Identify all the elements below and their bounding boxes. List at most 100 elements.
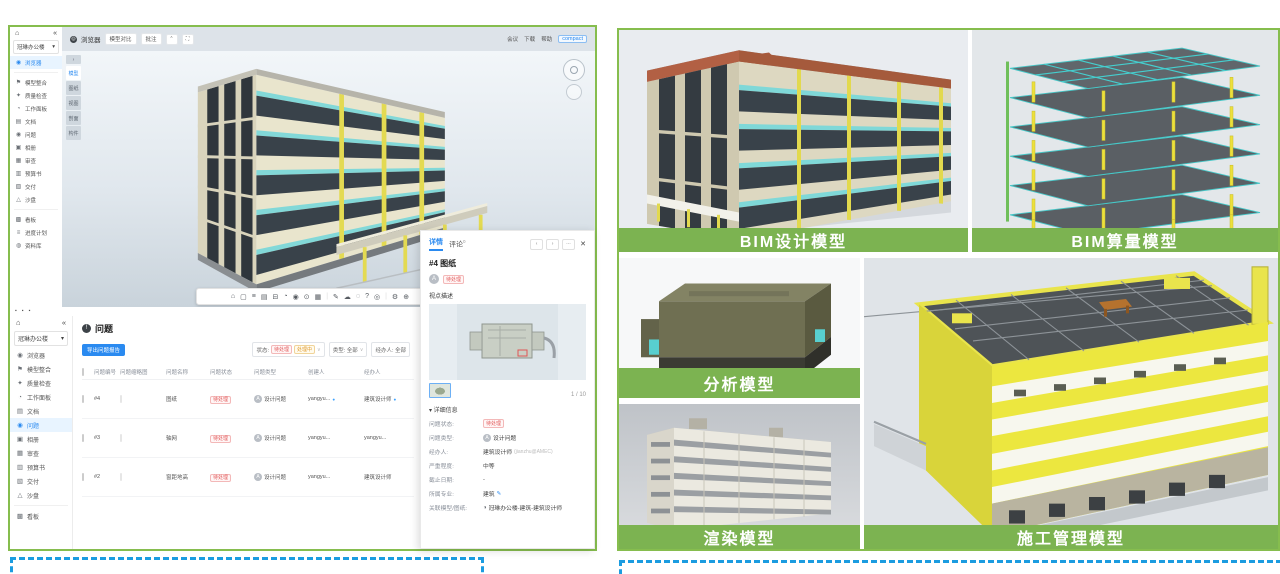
row-checkbox[interactable] [82, 395, 84, 403]
more-menu-button[interactable]: ⋯ [562, 239, 575, 250]
toolbar-icon[interactable]: ? [365, 293, 369, 300]
topbar-menu-item[interactable]: 下载 [524, 35, 535, 43]
viewer-tab[interactable]: 模型 [66, 66, 81, 80]
sidebar-item[interactable]: ⚑ 模型整合 [10, 76, 62, 89]
toolbar-icon[interactable]: ▢ [240, 293, 247, 301]
sidebar-item[interactable]: ▩ 看板 [10, 213, 62, 226]
toolbar-icon[interactable]: | [326, 293, 328, 300]
export-report-button[interactable]: 导出问题报告 [82, 344, 125, 356]
next-issue-button[interactable]: › [546, 239, 559, 250]
sidebar-item-kanban[interactable]: ▩ 看板 [10, 509, 72, 523]
toolbar-icon[interactable]: ≡ [252, 293, 256, 300]
topbar-menu-item[interactable]: 帮助 [541, 35, 552, 43]
home-icon[interactable]: ⌂ [15, 30, 19, 37]
toolbar-icon[interactable]: ▦ [315, 293, 322, 301]
type-filter[interactable]: 类型: 全部 ∨ [329, 342, 368, 357]
annotate-button[interactable]: 批注 [141, 33, 162, 45]
sidebar-item[interactable]: ◔ 工作面板 [10, 102, 62, 115]
table-row[interactable]: #3 轴网 待处理 A设计问题 yangyu... yangyu... [82, 419, 414, 458]
sidebar-item[interactable]: ▤ 文档 [10, 404, 72, 418]
toolbar-icon[interactable]: ▤ [261, 293, 268, 301]
sidebar-item[interactable]: ◔ 工作面板 [10, 390, 72, 404]
tabs-collapse-handle[interactable]: › [66, 55, 81, 64]
bim-quantity-model-image [972, 30, 1278, 252]
sidebar-item[interactable]: ▧ 交付 [10, 180, 62, 193]
model-compare-button[interactable]: 模型对比 [105, 33, 137, 45]
compass-icon[interactable] [563, 59, 585, 81]
viewpoint-snapshot[interactable] [429, 304, 586, 380]
sidebar-item[interactable]: ▥ 预算书 [10, 167, 62, 180]
prev-issue-button[interactable]: ‹ [530, 239, 543, 250]
viewer-tab[interactable]: 视图 [66, 96, 81, 110]
sidebar-item[interactable]: ◉ 问题 [10, 418, 72, 432]
edit-pencil-icon[interactable]: ✎ [497, 491, 502, 497]
topbar-right-menu: 会议下载帮助 compact [507, 35, 587, 43]
sidebar-item[interactable]: ▦ 审查 [10, 154, 62, 167]
status-filter[interactable]: 状态: 待处理 处理中 ∨ [252, 342, 324, 357]
toolbar-icon[interactable]: ☁ [344, 293, 351, 301]
project-select[interactable]: 冠琳办公楼 ▾ [14, 331, 68, 346]
field-value[interactable]: 冠琳办公楼-建筑-建筑设计师 [489, 503, 562, 512]
toolbar-icon[interactable]: ⊙ [304, 293, 310, 301]
sidebar-item[interactable]: ⚑ 模型整合 [10, 362, 72, 376]
issue-thumbnail[interactable] [120, 395, 122, 403]
fullscreen-button[interactable]: ⛶ [182, 34, 194, 45]
sidebar-item[interactable]: ◉ 问题 [10, 128, 62, 141]
viewer-tab[interactable]: 构件 [66, 126, 81, 140]
collapse-icon[interactable]: « [53, 30, 57, 37]
toolbar-icon[interactable]: ◔ [283, 293, 287, 300]
sidebar-item[interactable]: ≡ 进度计划 [10, 226, 62, 239]
toolbar-icon[interactable]: ◎ [374, 293, 380, 301]
close-icon[interactable]: ✕ [580, 240, 586, 248]
sidebar-item[interactable]: ▤ 文档 [10, 115, 62, 128]
collapse-icon[interactable]: « [62, 318, 66, 327]
detail-section-title[interactable]: ▾ 详细信息 [429, 405, 586, 414]
home-icon[interactable]: ⌂ [16, 318, 21, 327]
sidebar-item[interactable]: △ 沙盘 [10, 488, 72, 502]
model-label-banner: BIM设计模型 [619, 228, 968, 252]
toolbar-icon[interactable]: ⊟ [272, 293, 278, 301]
issue-thumbnail[interactable] [120, 473, 122, 481]
snapshot-thumbnail[interactable] [429, 383, 451, 398]
table-row[interactable]: #2 窗距地高 待处理 A设计问题 yangyu... 建筑设计师 [82, 458, 414, 497]
toolbar-icon[interactable]: ⚙ [392, 293, 398, 301]
sidebar-item-icon: ▦ [16, 449, 24, 457]
topbar-menu-item[interactable]: 会议 [507, 35, 518, 43]
sidebar-item[interactable]: ▧ 交付 [10, 474, 72, 488]
window-control-icon[interactable]: ▪ [15, 308, 17, 314]
sidebar-item[interactable]: ▥ 预算书 [10, 460, 72, 474]
sidebar-item[interactable]: ▣ 相册 [10, 141, 62, 154]
tab-comment[interactable]: 评论0 [449, 239, 466, 249]
sidebar-item[interactable]: ▣ 相册 [10, 432, 72, 446]
view-cube-icon[interactable] [566, 84, 582, 100]
sidebar-item[interactable]: ✦ 质量检查 [10, 89, 62, 102]
sidebar-item[interactable]: ▦ 审查 [10, 446, 72, 460]
sidebar-item[interactable]: ✦ 质量检查 [10, 376, 72, 390]
assignee-filter[interactable]: 经办人: 全部 [371, 342, 410, 357]
issue-thumbnail[interactable] [120, 434, 122, 442]
toolbar-icon[interactable]: ◌ [356, 293, 360, 300]
sidebar-item[interactable]: ◍ 资料库 [10, 239, 62, 252]
viewer-tab[interactable]: 图纸 [66, 81, 81, 95]
window-control-icon[interactable]: ▪ [29, 308, 31, 314]
table-row[interactable]: #4 图纸 待处理 A设计问题 yangyu...● 建筑设计师● [82, 380, 414, 419]
project-select[interactable]: 冠琳办公楼 ▾ [13, 40, 59, 54]
toolbar-icon[interactable]: ◉ [293, 293, 299, 301]
toolbar-icon[interactable]: ✎ [333, 293, 339, 301]
row-checkbox[interactable] [82, 434, 84, 442]
tab-detail[interactable]: 详情 [429, 237, 443, 251]
status-tag-pending[interactable]: 待处理 [271, 345, 292, 354]
row-checkbox[interactable] [82, 473, 84, 481]
collapse-toolbar-button[interactable]: ⌃ [166, 34, 178, 45]
sidebar-item-browser[interactable]: ◉ 浏览器 [10, 56, 62, 69]
viewer-tab[interactable]: 剖面 [66, 111, 81, 125]
sidebar-item[interactable]: △ 沙盘 [10, 193, 62, 206]
toolbar-icon[interactable]: ⌂ [231, 293, 235, 300]
toolbar-icon[interactable]: | [385, 293, 387, 300]
select-all-checkbox[interactable] [82, 368, 84, 376]
user-chip[interactable]: compact [558, 35, 587, 43]
status-tag-processing[interactable]: 处理中 [294, 345, 315, 354]
sidebar-item[interactable]: ◉ 浏览器 [10, 348, 72, 362]
window-control-icon[interactable]: ▪ [22, 308, 24, 314]
toolbar-icon[interactable]: ⊕ [403, 293, 409, 301]
